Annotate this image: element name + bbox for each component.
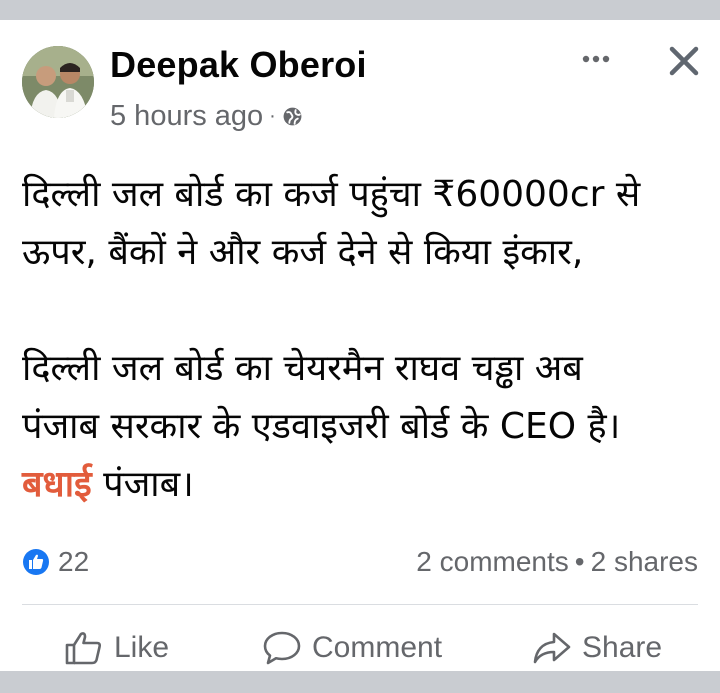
post-text-line: दिल्ली जल बोर्ड का चेयरमैन राघव चड्ढा अब: [22, 348, 583, 389]
reaction-summary[interactable]: 22: [22, 546, 89, 578]
close-button[interactable]: [663, 40, 705, 82]
engagement-counts: 2 comments • 2 shares: [416, 546, 698, 578]
comment-button[interactable]: Comment: [262, 620, 442, 676]
shares-count[interactable]: 2 shares: [591, 546, 698, 577]
close-icon: [669, 46, 699, 76]
post-text-line: पंजाब सरकार के एडवाइजरी बोर्ड के CEO है।: [22, 406, 621, 447]
post-card: Deepak Oberoi 5 hours ago · दिल्ली जल बो…: [0, 20, 720, 671]
more-options-button[interactable]: [574, 46, 618, 76]
like-label: Like: [114, 631, 170, 664]
comment-label: Comment: [312, 631, 443, 664]
post-text: दिल्ली जल बोर्ड का कर्ज पहुंचा ₹60000cr …: [22, 166, 702, 514]
comments-count[interactable]: 2 comments: [416, 546, 569, 577]
globe-icon: [283, 107, 302, 126]
comment-icon: [263, 631, 301, 665]
share-label: Share: [582, 631, 663, 664]
bottom-separator-band: [0, 671, 720, 693]
like-button[interactable]: Like: [64, 620, 169, 676]
action-bar: Like Comment Share: [0, 620, 720, 676]
like-reaction-icon: [23, 549, 49, 575]
post-text-line-rest: पंजाब।: [91, 464, 194, 505]
meta-separator: ·: [269, 105, 276, 127]
post-text-line-last: बधाई पंजाब।: [22, 456, 702, 514]
post-meta: 5 hours ago ·: [110, 100, 303, 133]
more-icon: [582, 55, 610, 63]
post-text-line: दिल्ली जल बोर्ड का कर्ज पहुंचा ₹60000cr …: [22, 174, 641, 215]
share-button[interactable]: Share: [532, 620, 662, 676]
author-name[interactable]: Deepak Oberoi: [110, 44, 367, 86]
divider: [22, 604, 698, 605]
post-timestamp[interactable]: 5 hours ago: [110, 100, 263, 133]
reaction-count: 22: [58, 546, 90, 577]
post-text-line: ऊपर, बैंकों ने और कर्ज देने से किया इंका…: [22, 232, 584, 273]
top-separator-band: [0, 0, 720, 20]
share-icon: [533, 632, 571, 664]
highlighted-word: बधाई: [22, 464, 92, 505]
engagement-separator: •: [574, 546, 585, 577]
thumbs-up-icon: [65, 632, 102, 665]
avatar-photo: [22, 46, 94, 118]
avatar[interactable]: [22, 46, 94, 118]
